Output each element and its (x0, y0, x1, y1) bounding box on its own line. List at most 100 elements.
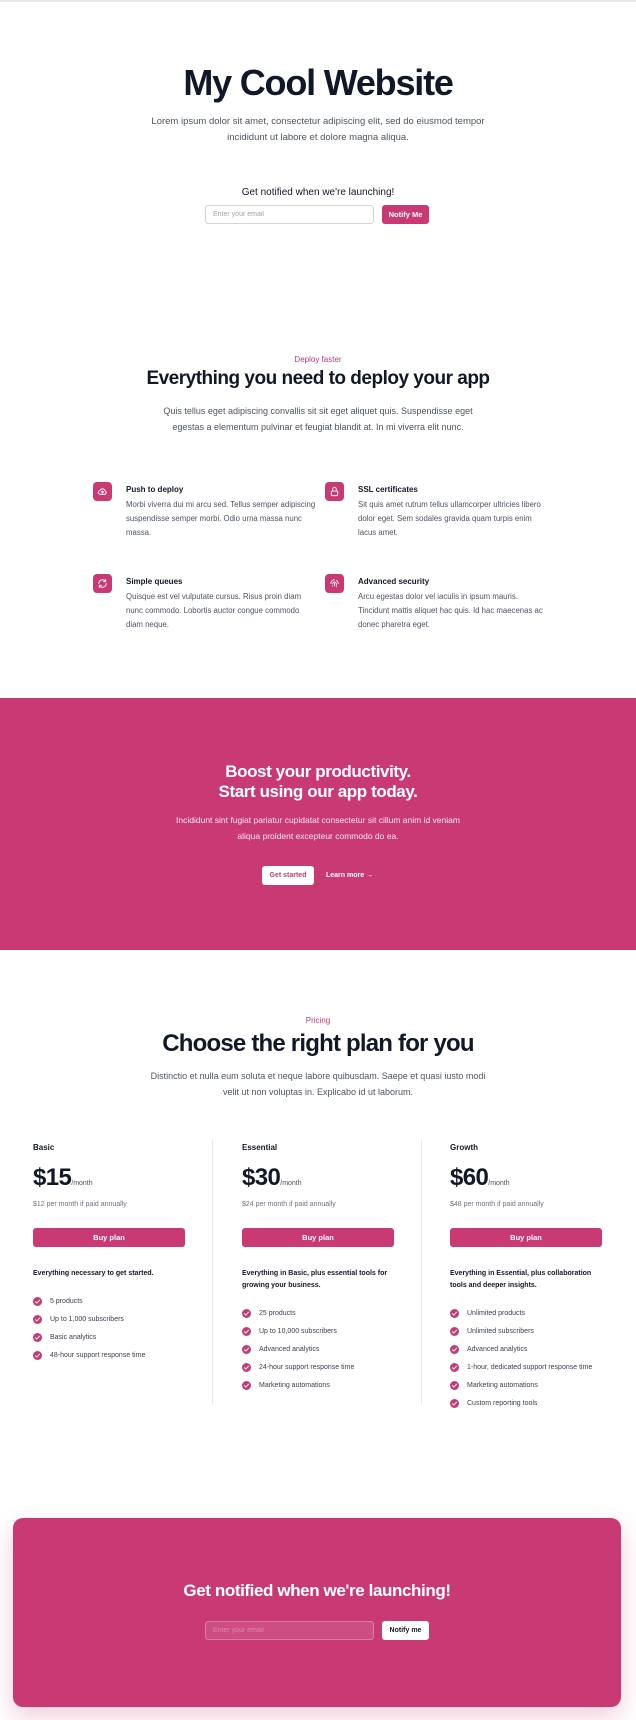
tier-feature-label: 5 products (50, 1298, 83, 1305)
tier-feature-label: Marketing automations (259, 1382, 330, 1389)
tier-feature: 1-hour, dedicated support response time (450, 1363, 610, 1381)
tier-feature: 24-hour support response time (242, 1363, 402, 1381)
pricing-eyebrow: Pricing (305, 1016, 331, 1025)
tier-price: $60/month (450, 1164, 510, 1192)
tier-feature: Advanced analytics (242, 1345, 402, 1363)
tier-feature-label: Unlimited subscribers (467, 1328, 534, 1335)
notify-card-title: Get notified when we're launching! (183, 1581, 451, 1600)
notify-me-button[interactable]: Notify Me (382, 205, 429, 224)
price-amount: $15 (33, 1164, 72, 1191)
email-input[interactable] (205, 205, 374, 224)
tier-feature: 5 products (33, 1297, 193, 1315)
cta-subtitle: Incididunt sint fugiat pariatur cupidata… (176, 815, 460, 841)
tier-price: $15/month (33, 1164, 93, 1192)
annual-price: $48 per month if paid annually (450, 1201, 544, 1208)
buy-plan-button[interactable]: Buy plan (450, 1228, 602, 1247)
buy-plan-button[interactable]: Buy plan (33, 1228, 185, 1247)
check-circle-icon (450, 1327, 459, 1336)
hero-subtitle: Lorem ipsum dolor sit amet, consectetur … (151, 116, 485, 143)
tier-tagline: Everything in Essential, plus collaborat… (450, 1270, 592, 1289)
tier-features: 25 products Up to 10,000 subscribers Adv… (242, 1309, 402, 1399)
tier-price: $30/month (242, 1164, 302, 1192)
learn-more-link[interactable]: Learn more → (326, 866, 373, 885)
tier-feature-label: 48-hour support response time (50, 1352, 146, 1359)
get-started-button[interactable]: Get started (262, 866, 314, 885)
fingerprint-icon (325, 574, 344, 593)
tier-feature-label: 25 products (259, 1310, 296, 1317)
check-circle-icon (242, 1309, 251, 1318)
tier-feature-label: Basic analytics (50, 1334, 97, 1341)
tier-feature: Advanced analytics (450, 1345, 610, 1363)
pricing-subtitle: Distinctio et nulla eum soluta et neque … (150, 1071, 486, 1097)
refresh-icon (93, 574, 112, 593)
price-amount: $30 (242, 1164, 281, 1191)
tier-feature-label: Advanced analytics (259, 1346, 320, 1353)
tier-name: Basic (33, 1143, 55, 1152)
features-subtitle: Quis tellus eget adipiscing convallis si… (163, 406, 473, 432)
tier-features: Unlimited products Unlimited subscribers… (450, 1309, 610, 1417)
site-title: My Cool Website (183, 62, 454, 103)
notify-email-input[interactable] (205, 1621, 374, 1640)
notify-me-card-button[interactable]: Notify me (382, 1621, 429, 1640)
check-circle-icon (242, 1381, 251, 1390)
tier-name: Growth (450, 1143, 478, 1152)
tier-name: Essential (242, 1143, 278, 1152)
pricing-section: Pricing Choose the right plan for you Di… (0, 1000, 636, 1430)
tier-feature-label: Up to 1,000 subscribers (50, 1316, 124, 1323)
check-circle-icon (33, 1333, 42, 1342)
feature-title: Advanced security (358, 577, 430, 586)
check-circle-icon (33, 1351, 42, 1360)
tier-feature: Custom reporting tools (450, 1399, 610, 1417)
check-circle-icon (33, 1297, 42, 1306)
buy-plan-button[interactable]: Buy plan (242, 1228, 394, 1247)
cta-title-line-1: Boost your productivity. (225, 762, 411, 781)
tier-feature-label: Advanced analytics (467, 1346, 528, 1353)
annual-price: $24 per month if paid annually (242, 1201, 336, 1208)
tier-feature: 48-hour support response time (33, 1351, 193, 1369)
check-circle-icon (450, 1309, 459, 1318)
pricing-title: Choose the right plan for you (162, 1030, 474, 1057)
tier-tagline: Everything necessary to get started. (33, 1270, 154, 1277)
feature-title: SSL certificates (358, 485, 418, 494)
feature-description: Sit quis amet rutrum tellus ullamcorper … (358, 500, 541, 537)
cta-title-line-2: Start using our app today. (218, 782, 418, 801)
feature-title: Simple queues (126, 577, 183, 586)
features-section: Deploy faster Everything you need to dep… (0, 340, 636, 680)
cta-section: Boost your productivity. Start using our… (0, 698, 636, 950)
tier-feature-label: Up to 10,000 subscribers (259, 1328, 337, 1335)
check-circle-icon (450, 1381, 459, 1390)
cloud-upload-icon (93, 482, 112, 501)
tier-tagline: Everything in Basic, plus essential tool… (242, 1270, 388, 1289)
tier-feature-label: 24-hour support response time (259, 1364, 355, 1371)
tier-divider (212, 1140, 213, 1404)
tier-feature: Basic analytics (33, 1333, 193, 1351)
check-circle-icon (242, 1327, 251, 1336)
tier-feature: Unlimited products (450, 1309, 610, 1327)
tier-feature: Marketing automations (450, 1381, 610, 1399)
tier-feature: 25 products (242, 1309, 402, 1327)
tier-feature-label: Marketing automations (467, 1382, 538, 1389)
tier-feature: Marketing automations (242, 1381, 402, 1399)
tier-feature: Unlimited subscribers (450, 1327, 610, 1345)
tier-feature-label: 1-hour, dedicated support response time (467, 1364, 593, 1371)
check-circle-icon (242, 1345, 251, 1354)
feature-description: Morbi viverra dui mi arcu sed. Tellus se… (126, 500, 316, 537)
tier-feature: Up to 10,000 subscribers (242, 1327, 402, 1345)
feature-title: Push to deploy (126, 485, 184, 494)
tier-feature-label: Custom reporting tools (467, 1400, 538, 1407)
feature-description: Arcu egestas dolor vel iaculis in ipsum … (358, 592, 543, 629)
feature-description: Quisque est vel vulputate cursus. Risus … (126, 592, 302, 629)
tier-features: 5 products Up to 1,000 subscribers Basic… (33, 1297, 193, 1369)
lock-icon (325, 482, 344, 501)
tier-feature-label: Unlimited products (467, 1310, 525, 1317)
price-period: /month (280, 1180, 302, 1187)
tier-feature: Up to 1,000 subscribers (33, 1315, 193, 1333)
cta-title: Boost your productivity. Start using our… (0, 762, 636, 802)
hero-section: My Cool Website Lorem ipsum dolor sit am… (0, 0, 636, 290)
check-circle-icon (450, 1399, 459, 1408)
price-period: /month (71, 1180, 93, 1187)
check-circle-icon (450, 1345, 459, 1354)
price-amount: $60 (450, 1164, 489, 1191)
notify-card: Get notified when we're launching! Notif… (13, 1518, 621, 1707)
check-circle-icon (450, 1363, 459, 1372)
